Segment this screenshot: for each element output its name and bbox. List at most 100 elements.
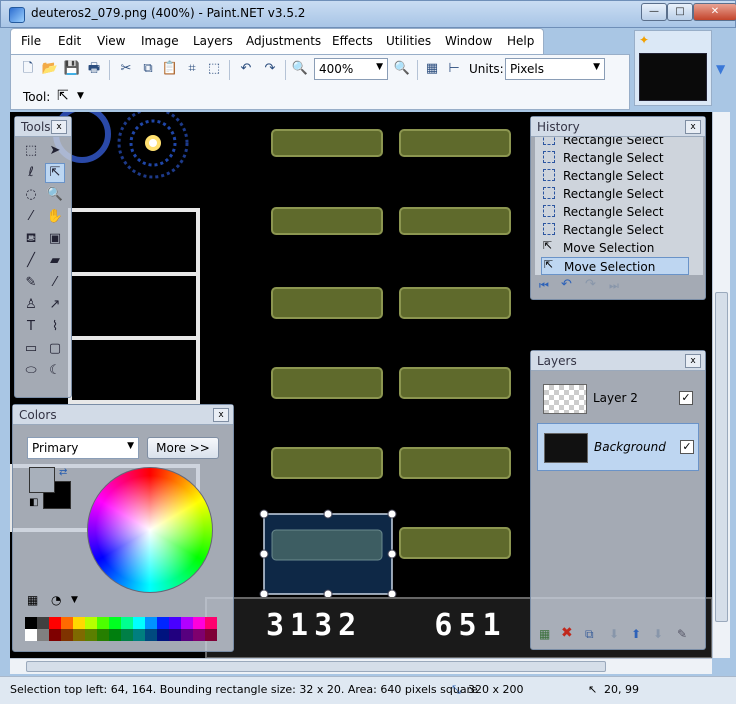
palette-swatch[interactable]: [97, 617, 109, 629]
add-to-palette-icon[interactable]: ▦: [27, 593, 38, 607]
history-item[interactable]: Rectangle Select: [541, 149, 689, 167]
history-panel-titlebar[interactable]: History x: [531, 117, 705, 137]
palette-menu-icon[interactable]: ◔: [51, 593, 61, 607]
palette-swatch[interactable]: [25, 629, 37, 641]
tools-panel-titlebar[interactable]: Tools x: [15, 117, 71, 137]
palette-swatch[interactable]: [157, 629, 169, 641]
paste-icon[interactable]: 📋: [161, 60, 179, 78]
history-item[interactable]: Rectangle Select: [541, 167, 689, 185]
palette-swatch[interactable]: [61, 629, 73, 641]
redo-icon[interactable]: ↷: [261, 60, 279, 78]
palette-swatch[interactable]: [193, 617, 205, 629]
image-thumbnail-tab[interactable]: ✦: [634, 30, 712, 106]
layer-row[interactable]: Layer 2 ✓: [537, 375, 699, 423]
text-tool-icon[interactable]: T: [21, 317, 41, 337]
paintbrush-tool-icon[interactable]: ╱: [21, 251, 41, 271]
save-icon[interactable]: 💾: [63, 60, 81, 78]
palette-swatch[interactable]: [205, 629, 217, 641]
palette-swatch[interactable]: [73, 629, 85, 641]
palette-swatch[interactable]: [97, 629, 109, 641]
new-image-icon[interactable]: 🗋: [19, 60, 37, 78]
history-panel-close-button[interactable]: x: [685, 120, 701, 134]
rulers-icon[interactable]: ⊢: [445, 60, 463, 78]
menu-utilities[interactable]: Utilities: [386, 34, 431, 48]
swap-colors-icon[interactable]: ⇄: [59, 467, 67, 478]
recolor-tool-icon[interactable]: ↗: [45, 295, 65, 315]
vertical-scrollbar[interactable]: [712, 112, 730, 658]
rectangle-select-tool-icon[interactable]: ⬚: [21, 141, 41, 161]
move-selection-tool-icon[interactable]: ⇱: [57, 88, 69, 104]
colors-panel-close-button[interactable]: x: [213, 408, 229, 422]
maximize-button[interactable]: □: [667, 3, 693, 21]
palette-swatch[interactable]: [37, 629, 49, 641]
cut-icon[interactable]: ✂: [117, 60, 135, 78]
layers-panel-titlebar[interactable]: Layers x: [531, 351, 705, 371]
crop-to-selection-icon[interactable]: ⌗: [183, 60, 201, 78]
palette-swatch[interactable]: [121, 629, 133, 641]
history-item[interactable]: Rectangle Select: [541, 185, 689, 203]
paint-bucket-tool-icon[interactable]: ⛾: [21, 229, 41, 249]
reset-colors-icon[interactable]: ◧: [29, 497, 38, 508]
lasso-select-tool-icon[interactable]: ℓ: [21, 163, 41, 183]
color-mode-combo[interactable]: Primary ▼: [27, 437, 139, 459]
palette-swatch[interactable]: [169, 629, 181, 641]
history-undo-icon[interactable]: ↶: [561, 277, 572, 292]
tools-panel-close-button[interactable]: x: [51, 120, 67, 134]
rectangle-tool-icon[interactable]: ▭: [21, 339, 41, 359]
palette-swatch[interactable]: [169, 617, 181, 629]
menu-adjustments[interactable]: Adjustments: [246, 34, 321, 48]
palette-swatch[interactable]: [181, 629, 193, 641]
magic-wand-tool-icon[interactable]: ⁄: [21, 207, 41, 227]
palette-swatch[interactable]: [25, 617, 37, 629]
palette-swatch[interactable]: [109, 629, 121, 641]
palette-swatch[interactable]: [181, 617, 193, 629]
menu-window[interactable]: Window: [445, 34, 492, 48]
menu-effects[interactable]: Effects: [332, 34, 373, 48]
menu-layers[interactable]: Layers: [193, 34, 233, 48]
palette-swatch[interactable]: [133, 617, 145, 629]
palette-swatch[interactable]: [193, 629, 205, 641]
image-list-chevron-icon[interactable]: ▼: [716, 62, 725, 76]
zoom-in-icon[interactable]: 🔍: [393, 60, 411, 78]
history-item-current[interactable]: ⇱ Move Selection: [541, 257, 689, 275]
move-selected-pixels-tool-icon[interactable]: ➤: [45, 141, 65, 161]
more-colors-button[interactable]: More >>: [147, 437, 219, 459]
close-button[interactable]: ✕: [693, 3, 736, 21]
history-item[interactable]: Rectangle Select: [541, 221, 689, 239]
palette-swatch[interactable]: [85, 617, 97, 629]
duplicate-layer-icon[interactable]: ⧉: [585, 627, 594, 642]
move-layer-up-icon[interactable]: ⬆: [631, 627, 641, 641]
layer-row-selected[interactable]: Background ✓: [537, 423, 699, 471]
palette-swatch[interactable]: [205, 617, 217, 629]
layer-visibility-checkbox[interactable]: ✓: [679, 391, 693, 405]
eraser-tool-icon[interactable]: ▰: [45, 251, 65, 271]
palette-swatch[interactable]: [37, 617, 49, 629]
history-redo-icon[interactable]: ↷: [585, 277, 596, 292]
color-wheel[interactable]: [87, 467, 213, 593]
gradient-tool-icon[interactable]: ▣: [45, 229, 65, 249]
menu-view[interactable]: View: [97, 34, 125, 48]
line-curve-tool-icon[interactable]: ⌇: [45, 317, 65, 337]
minimize-button[interactable]: —: [641, 3, 667, 21]
menu-image[interactable]: Image: [141, 34, 179, 48]
palette-swatch[interactable]: [49, 617, 61, 629]
move-selection-tool-icon[interactable]: ⇱: [45, 163, 65, 183]
chevron-down-icon[interactable]: ▼: [71, 595, 78, 605]
primary-color-swatch[interactable]: [29, 467, 55, 493]
zoom-out-icon[interactable]: 🔍: [291, 60, 309, 78]
color-palette[interactable]: [25, 617, 221, 643]
ellipse-tool-icon[interactable]: ⬭: [21, 361, 41, 381]
horizontal-scrollbar[interactable]: [10, 658, 712, 674]
pan-tool-icon[interactable]: ✋: [45, 207, 65, 227]
units-combo[interactable]: Pixels ▼: [505, 58, 605, 80]
palette-swatch[interactable]: [133, 629, 145, 641]
grid-icon[interactable]: ▦: [423, 60, 441, 78]
zoom-combo[interactable]: 400% ▼: [314, 58, 388, 80]
ellipse-select-tool-icon[interactable]: ◌: [21, 185, 41, 205]
colors-panel-titlebar[interactable]: Colors x: [13, 405, 233, 425]
palette-swatch[interactable]: [85, 629, 97, 641]
palette-swatch[interactable]: [109, 617, 121, 629]
add-layer-icon[interactable]: ▦: [539, 627, 550, 641]
menu-help[interactable]: Help: [507, 34, 534, 48]
print-icon[interactable]: 🖶: [85, 60, 103, 78]
